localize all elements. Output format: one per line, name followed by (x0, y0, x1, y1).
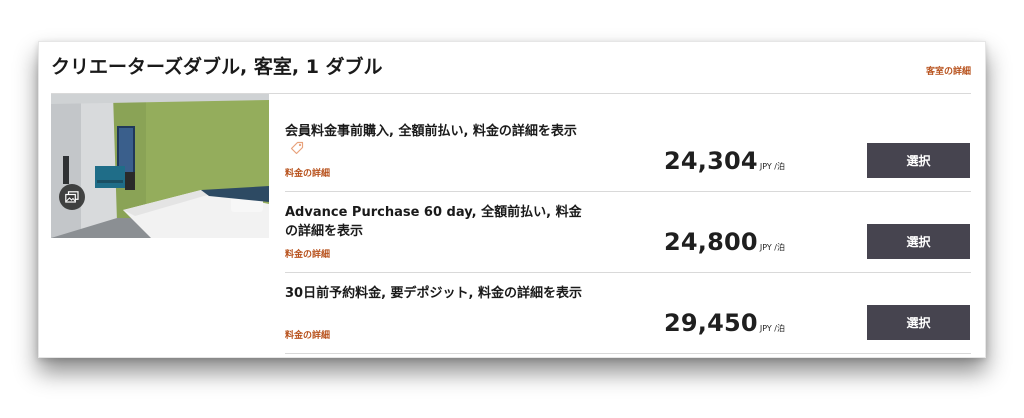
select-button[interactable]: 選択 (867, 305, 970, 340)
room-card: クリエーターズダブル, 客室, 1 ダブル 客室の詳細 会員料金事前購入, 全額… (38, 41, 986, 358)
price-unit: JPY /泊 (759, 243, 785, 252)
room-photo[interactable] (51, 94, 269, 238)
rate-row: 30日前予約料金, 要デポジット, 料金の詳細を表示 料金の詳細 29,450 J… (285, 273, 971, 354)
price-amount: 29,450 (664, 309, 758, 337)
photo-gallery-button[interactable] (59, 184, 85, 210)
price-amount: 24,304 (664, 147, 758, 175)
rate-name[interactable]: Advance Purchase 60 day, 全額前払い, 料金の詳細を表示 (285, 203, 585, 241)
rate-details-link[interactable]: 料金の詳細 (285, 166, 330, 179)
rate-row: Advance Purchase 60 day, 全額前払い, 料金の詳細を表示… (285, 192, 971, 273)
price-amount: 24,800 (664, 228, 758, 256)
rate-name-text: 会員料金事前購入, 全額前払い, 料金の詳細を表示 (285, 124, 577, 139)
room-title: クリエーターズダブル, 客室, 1 ダブル (51, 56, 383, 78)
room-details-link[interactable]: 客室の詳細 (926, 64, 971, 77)
rate-price: 24,800 JPY /泊 (664, 228, 785, 256)
rate-price: 29,450 JPY /泊 (664, 309, 785, 337)
room-header: クリエーターズダブル, 客室, 1 ダブル 客室の詳細 (51, 42, 971, 94)
price-unit: JPY /泊 (759, 324, 785, 333)
rate-name[interactable]: 会員料金事前購入, 全額前払い, 料金の詳細を表示 (285, 122, 585, 161)
select-button[interactable]: 選択 (867, 224, 970, 259)
rate-price: 24,304 JPY /泊 (664, 147, 785, 175)
select-button[interactable]: 選択 (867, 143, 970, 178)
room-photo-image (51, 94, 269, 238)
rate-row: 会員料金事前購入, 全額前払い, 料金の詳細を表示 料金の詳細 24,304 JP… (285, 111, 971, 192)
rate-name[interactable]: 30日前予約料金, 要デポジット, 料金の詳細を表示 (285, 284, 585, 303)
photo-gallery-icon (65, 191, 79, 203)
price-tag-icon (290, 141, 304, 161)
price-unit: JPY /泊 (759, 162, 785, 171)
rate-details-link[interactable]: 料金の詳細 (285, 247, 330, 260)
rate-details-link[interactable]: 料金の詳細 (285, 328, 330, 341)
